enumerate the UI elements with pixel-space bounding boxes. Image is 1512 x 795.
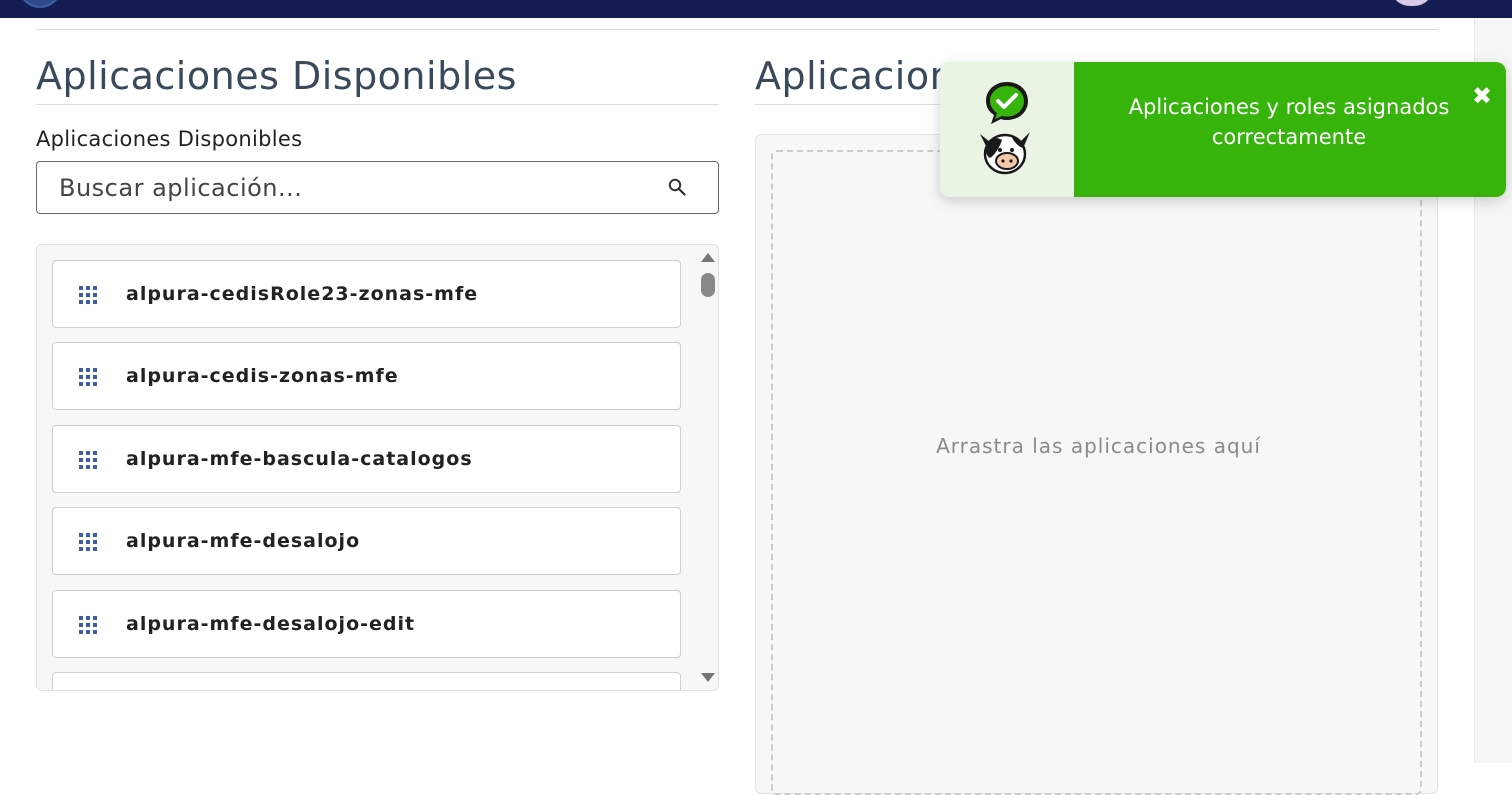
search-box [36, 161, 719, 214]
page-title: Aplicaciones Disponibles [36, 54, 517, 98]
list-item-label: alpura-mfe-bascula-catalogos [126, 448, 473, 470]
avatar[interactable] [1390, 0, 1434, 6]
divider [36, 104, 719, 105]
search-icon[interactable] [668, 178, 686, 196]
toast-message: Aplicaciones y roles asignados correctam… [1128, 95, 1450, 149]
scroll-down-arrow-icon[interactable] [701, 673, 715, 682]
list-item[interactable] [52, 672, 681, 690]
list-item-label: alpura-mfe-desalojo [126, 530, 361, 552]
toast-message-area: Aplicaciones y roles asignados correctam… [1074, 62, 1506, 197]
list-item[interactable]: alpura-mfe-desalojo-edit [52, 590, 681, 658]
drop-hint: Arrastra las aplicaciones aquí [936, 434, 1261, 458]
scrollbar[interactable] [698, 245, 718, 690]
chat-check-icon [986, 82, 1028, 124]
scrollbar-thumb[interactable] [701, 273, 715, 297]
grid-icon [79, 533, 97, 551]
logo[interactable] [18, 0, 62, 8]
list-item-label: alpura-mfe-desalojo-edit [126, 613, 416, 635]
grid-icon [79, 616, 97, 634]
grid-icon [79, 286, 97, 304]
list-item-label: alpura-cedis-zonas-mfe [126, 365, 399, 387]
list-item[interactable]: alpura-cedisRole23-zonas-mfe [52, 260, 681, 328]
divider [36, 29, 1438, 30]
available-apps-panel: Aplicaciones Disponibles Aplicaciones Di… [36, 48, 719, 691]
cow-mascot-icon [980, 132, 1030, 175]
success-toast: Aplicaciones y roles asignados correctam… [940, 62, 1506, 197]
scroll-up-arrow-icon[interactable] [701, 253, 715, 262]
top-navbar [0, 0, 1512, 18]
list-item[interactable]: alpura-mfe-bascula-catalogos [52, 425, 681, 493]
grid-icon [79, 368, 97, 386]
drop-area: Arrastra las aplicaciones aquí [755, 134, 1438, 795]
close-icon[interactable]: ✖ [1472, 84, 1492, 108]
toast-icon-area [940, 62, 1074, 197]
list-item[interactable]: alpura-cedis-zonas-mfe [52, 342, 681, 410]
list-item[interactable]: alpura-mfe-desalojo [52, 507, 681, 575]
list-item-label: alpura-cedisRole23-zonas-mfe [126, 283, 479, 305]
app-list: alpura-cedisRole23-zonas-mfe alpura-cedi… [36, 244, 719, 691]
drop-zone[interactable]: Arrastra las aplicaciones aquí [771, 150, 1422, 795]
field-label: Aplicaciones Disponibles [36, 127, 303, 151]
grid-icon [79, 451, 97, 469]
search-input[interactable] [59, 162, 659, 213]
